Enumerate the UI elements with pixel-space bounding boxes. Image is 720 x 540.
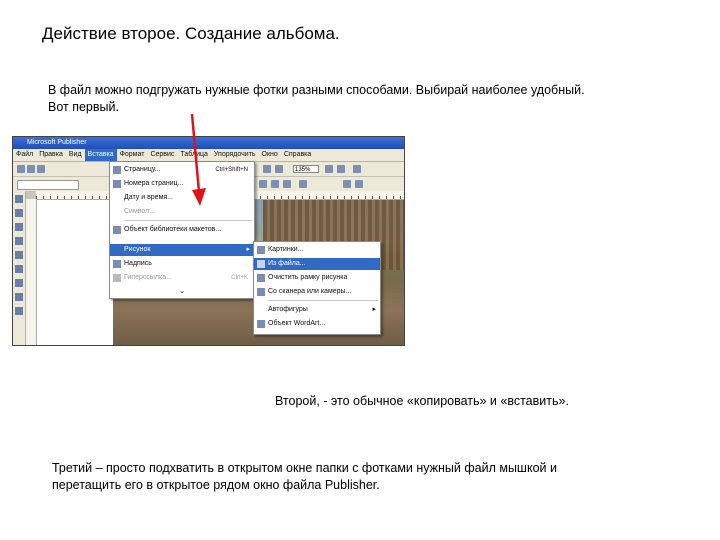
menu-help[interactable]: Справка [281,149,314,161]
menu-expand-chevron[interactable]: ⌄ [110,286,254,298]
menu-tools[interactable]: Сервис [147,149,177,161]
menu-item-page[interactable]: Страницу... Ctrl+Shift+N [110,164,254,176]
align-left-icon[interactable] [259,180,267,188]
wordart-tool-icon[interactable] [15,237,23,245]
page-icon [113,166,121,174]
submenu-item-empty-frame[interactable]: Очистить рамку рисунка [254,272,380,284]
save-icon[interactable] [37,165,45,173]
oval-tool-icon[interactable] [15,293,23,301]
open-icon[interactable] [27,165,35,173]
align-center-icon[interactable] [271,180,279,188]
menu-file[interactable]: Файл [13,149,36,161]
line-color-icon[interactable] [355,180,363,188]
menu-edit[interactable]: Правка [36,149,66,161]
wordart-icon [257,320,265,328]
second-method-paragraph: Второй, - это обычное «копировать» и «вс… [275,394,569,408]
picture-submenu: Картинки... Из файла... Очистить рамку р… [253,241,381,335]
redo-icon[interactable] [275,165,283,173]
submenu-arrow-icon: ▸ [372,306,376,313]
insert-menu: Страницу... Ctrl+Shift+N Номера страниц..… [109,161,255,299]
menu-window[interactable]: Окно [259,149,281,161]
menu-format[interactable]: Формат [117,149,148,161]
menu-item-hyperlink: Гиперссылка... Ctrl+K [110,272,254,284]
align-right-icon[interactable] [283,180,291,188]
submenu-item-from-file[interactable]: Из файла... [254,258,380,270]
menu-item-symbol: Символ... [124,208,156,215]
text-box-icon[interactable] [15,209,23,217]
arrow-tool-icon[interactable] [15,279,23,287]
page-number-icon [113,180,121,188]
font-select[interactable] [17,180,79,190]
table-tool-icon[interactable] [15,223,23,231]
fill-color-icon[interactable] [343,180,351,188]
list-icon[interactable] [299,180,307,188]
zoom-select[interactable]: 135% [293,165,319,173]
menu-item-design-gallery[interactable]: Объект библиотеки макетов... [110,224,254,236]
submenu-item-clip-art[interactable]: Картинки... [254,244,380,256]
picture-tool-icon[interactable] [15,251,23,259]
picture-frame-icon [257,274,265,282]
rectangle-tool-icon[interactable] [15,307,23,315]
menu-item-page-numbers[interactable]: Номера страниц... [110,178,254,190]
vertical-ruler [26,199,37,345]
help-icon[interactable] [353,165,361,173]
clip-art-icon [257,246,265,254]
menu-item-date-time[interactable]: Дату и время... [110,192,254,204]
menu-item-text-box[interactable]: Надпись [110,258,254,270]
line-tool-icon[interactable] [15,265,23,273]
objects-toolbar [13,191,26,345]
menu-view[interactable]: Вид [66,149,85,161]
design-gallery-icon [113,226,121,234]
text-box-menu-icon [113,260,121,268]
submenu-item-autoshapes[interactable]: Автофигуры ▸ [254,304,380,316]
from-file-icon [257,260,265,268]
submenu-item-scanner[interactable]: Со сканера или камеры... [254,286,380,298]
zoom-out-icon[interactable] [325,165,333,173]
third-method-paragraph: Третий – просто подхватить в открытом ок… [52,461,557,492]
intro-paragraph: В файл можно подгружать нужные фотки раз… [48,83,585,114]
hyperlink-icon [113,274,121,282]
menu-arrange[interactable]: Упорядочить [211,149,259,161]
publication-page[interactable] [37,200,113,345]
menu-insert[interactable]: Вставка [84,149,117,161]
submenu-arrow-icon: ▸ [246,246,250,253]
menu-item-picture[interactable]: Рисунок ▸ [110,244,254,256]
zoom-in-icon[interactable] [337,165,345,173]
scanner-icon [257,288,265,296]
undo-icon[interactable] [263,165,271,173]
submenu-item-wordart[interactable]: Объект WordArt... [254,318,380,330]
new-icon[interactable] [17,165,25,173]
select-tool-icon[interactable] [15,195,23,203]
slide-title: Действие второе. Создание альбома. [42,24,340,43]
red-arrow-icon [190,113,206,206]
